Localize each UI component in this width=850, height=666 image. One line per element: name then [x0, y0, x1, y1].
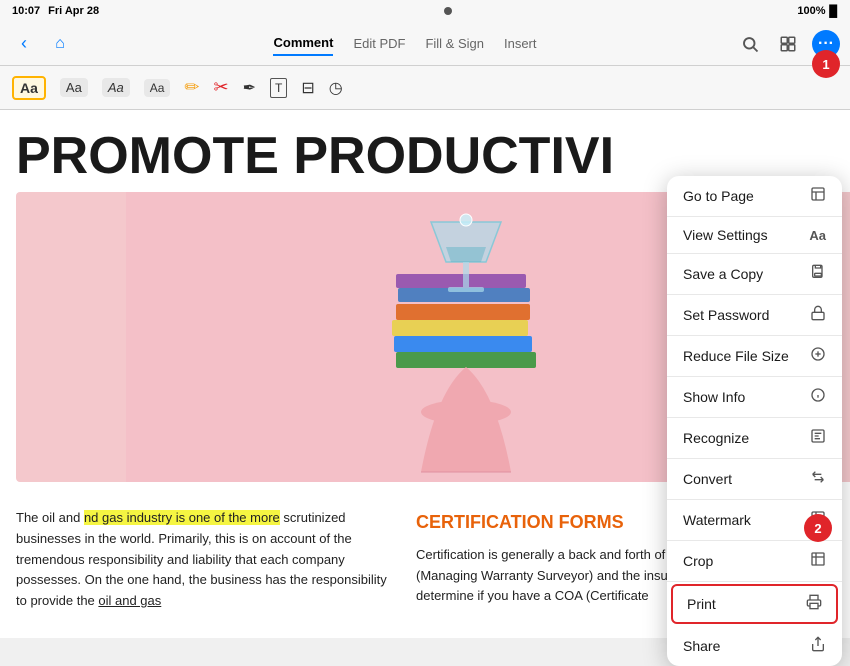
annotation-bar: Aa Aa Aa Aa ✏ ✂ ✒ T ⊟ ◷	[0, 66, 850, 110]
status-bar-left: 10:07 Fri Apr 28	[12, 5, 99, 17]
font-style-4[interactable]: Aa	[144, 79, 171, 97]
tab-edit-pdf[interactable]: Edit PDF	[353, 32, 405, 55]
goto-icon	[810, 186, 826, 206]
highlighted-phrase: nd gas industry is one of the more	[84, 510, 280, 525]
text-box-tool[interactable]: T	[270, 78, 287, 98]
date: Fri Apr 28	[48, 5, 99, 17]
reduce-size-icon	[810, 346, 826, 366]
menu-item-recognize[interactable]: Recognize	[667, 418, 842, 459]
status-bar-right: 100% ▉	[797, 5, 838, 18]
highlight-tool[interactable]: ✏	[184, 77, 199, 98]
menu-item-set-password[interactable]: Set Password	[667, 295, 842, 336]
view-settings-icon: Aa	[809, 228, 826, 243]
search-icon[interactable]	[736, 30, 764, 58]
battery-icon: ▉	[830, 5, 838, 18]
status-bar: 10:07 Fri Apr 28 100% ▉	[0, 0, 850, 22]
tab-fill-sign[interactable]: Fill & Sign	[425, 32, 484, 55]
tab-comment[interactable]: Comment	[273, 31, 333, 56]
menu-item-reduce-size[interactable]: Reduce File Size	[667, 336, 842, 377]
print-icon	[806, 594, 822, 614]
sticky-note-tool[interactable]: ⊟	[301, 78, 314, 98]
recognize-icon	[810, 428, 826, 448]
show-info-icon	[810, 387, 826, 407]
menu-item-share[interactable]: Share	[667, 626, 842, 666]
ellipsis-dots	[444, 7, 452, 15]
tab-insert[interactable]: Insert	[504, 32, 537, 55]
time: 10:07	[12, 5, 40, 17]
crop-icon	[810, 551, 826, 571]
toolbar-nav: ‹ ⌂	[10, 30, 74, 58]
pdf-left-column: The oil and nd gas industry is one of th…	[16, 508, 416, 612]
menu-item-goto[interactable]: Go to Page	[667, 176, 842, 217]
menu-item-show-info[interactable]: Show Info	[667, 377, 842, 418]
font-style-3[interactable]: Aa	[102, 78, 130, 97]
dropdown-menu: Go to Page View Settings Aa Save a Copy …	[667, 176, 842, 666]
main-content: PROMOTE PRODUCTIVI	[0, 110, 850, 638]
menu-item-convert[interactable]: Convert	[667, 459, 842, 500]
main-toolbar: ‹ ⌂ Comment Edit PDF Fill & Sign Insert …	[0, 22, 850, 66]
back-button[interactable]: ‹	[10, 30, 38, 58]
pdf-title: PROMOTE PRODUCTIVI	[0, 110, 850, 182]
font-style-1[interactable]: Aa	[12, 76, 46, 100]
stamp-tool[interactable]: ◷	[329, 78, 343, 98]
menu-item-save-copy[interactable]: Save a Copy	[667, 254, 842, 295]
menu-item-view-settings[interactable]: View Settings Aa	[667, 217, 842, 254]
pdf-left-text: The oil and nd gas industry is one of th…	[16, 508, 396, 612]
menu-item-crop[interactable]: Crop	[667, 541, 842, 582]
menu-item-print[interactable]: Print	[671, 584, 838, 624]
save-copy-icon	[810, 264, 826, 284]
toolbar-tabs: Comment Edit PDF Fill & Sign Insert	[82, 31, 728, 56]
step-1-badge: 1	[812, 50, 840, 78]
step-2-badge: 2	[804, 514, 832, 542]
set-password-icon	[810, 305, 826, 325]
font-style-2[interactable]: Aa	[60, 78, 88, 97]
home-button[interactable]: ⌂	[46, 30, 74, 58]
battery-percent: 100%	[797, 5, 825, 17]
share-menu-icon	[810, 636, 826, 656]
pen-tool[interactable]: ✒	[243, 78, 256, 98]
share-icon[interactable]	[774, 30, 802, 58]
strikethrough-tool[interactable]: ✂	[214, 77, 229, 98]
convert-icon	[810, 469, 826, 489]
